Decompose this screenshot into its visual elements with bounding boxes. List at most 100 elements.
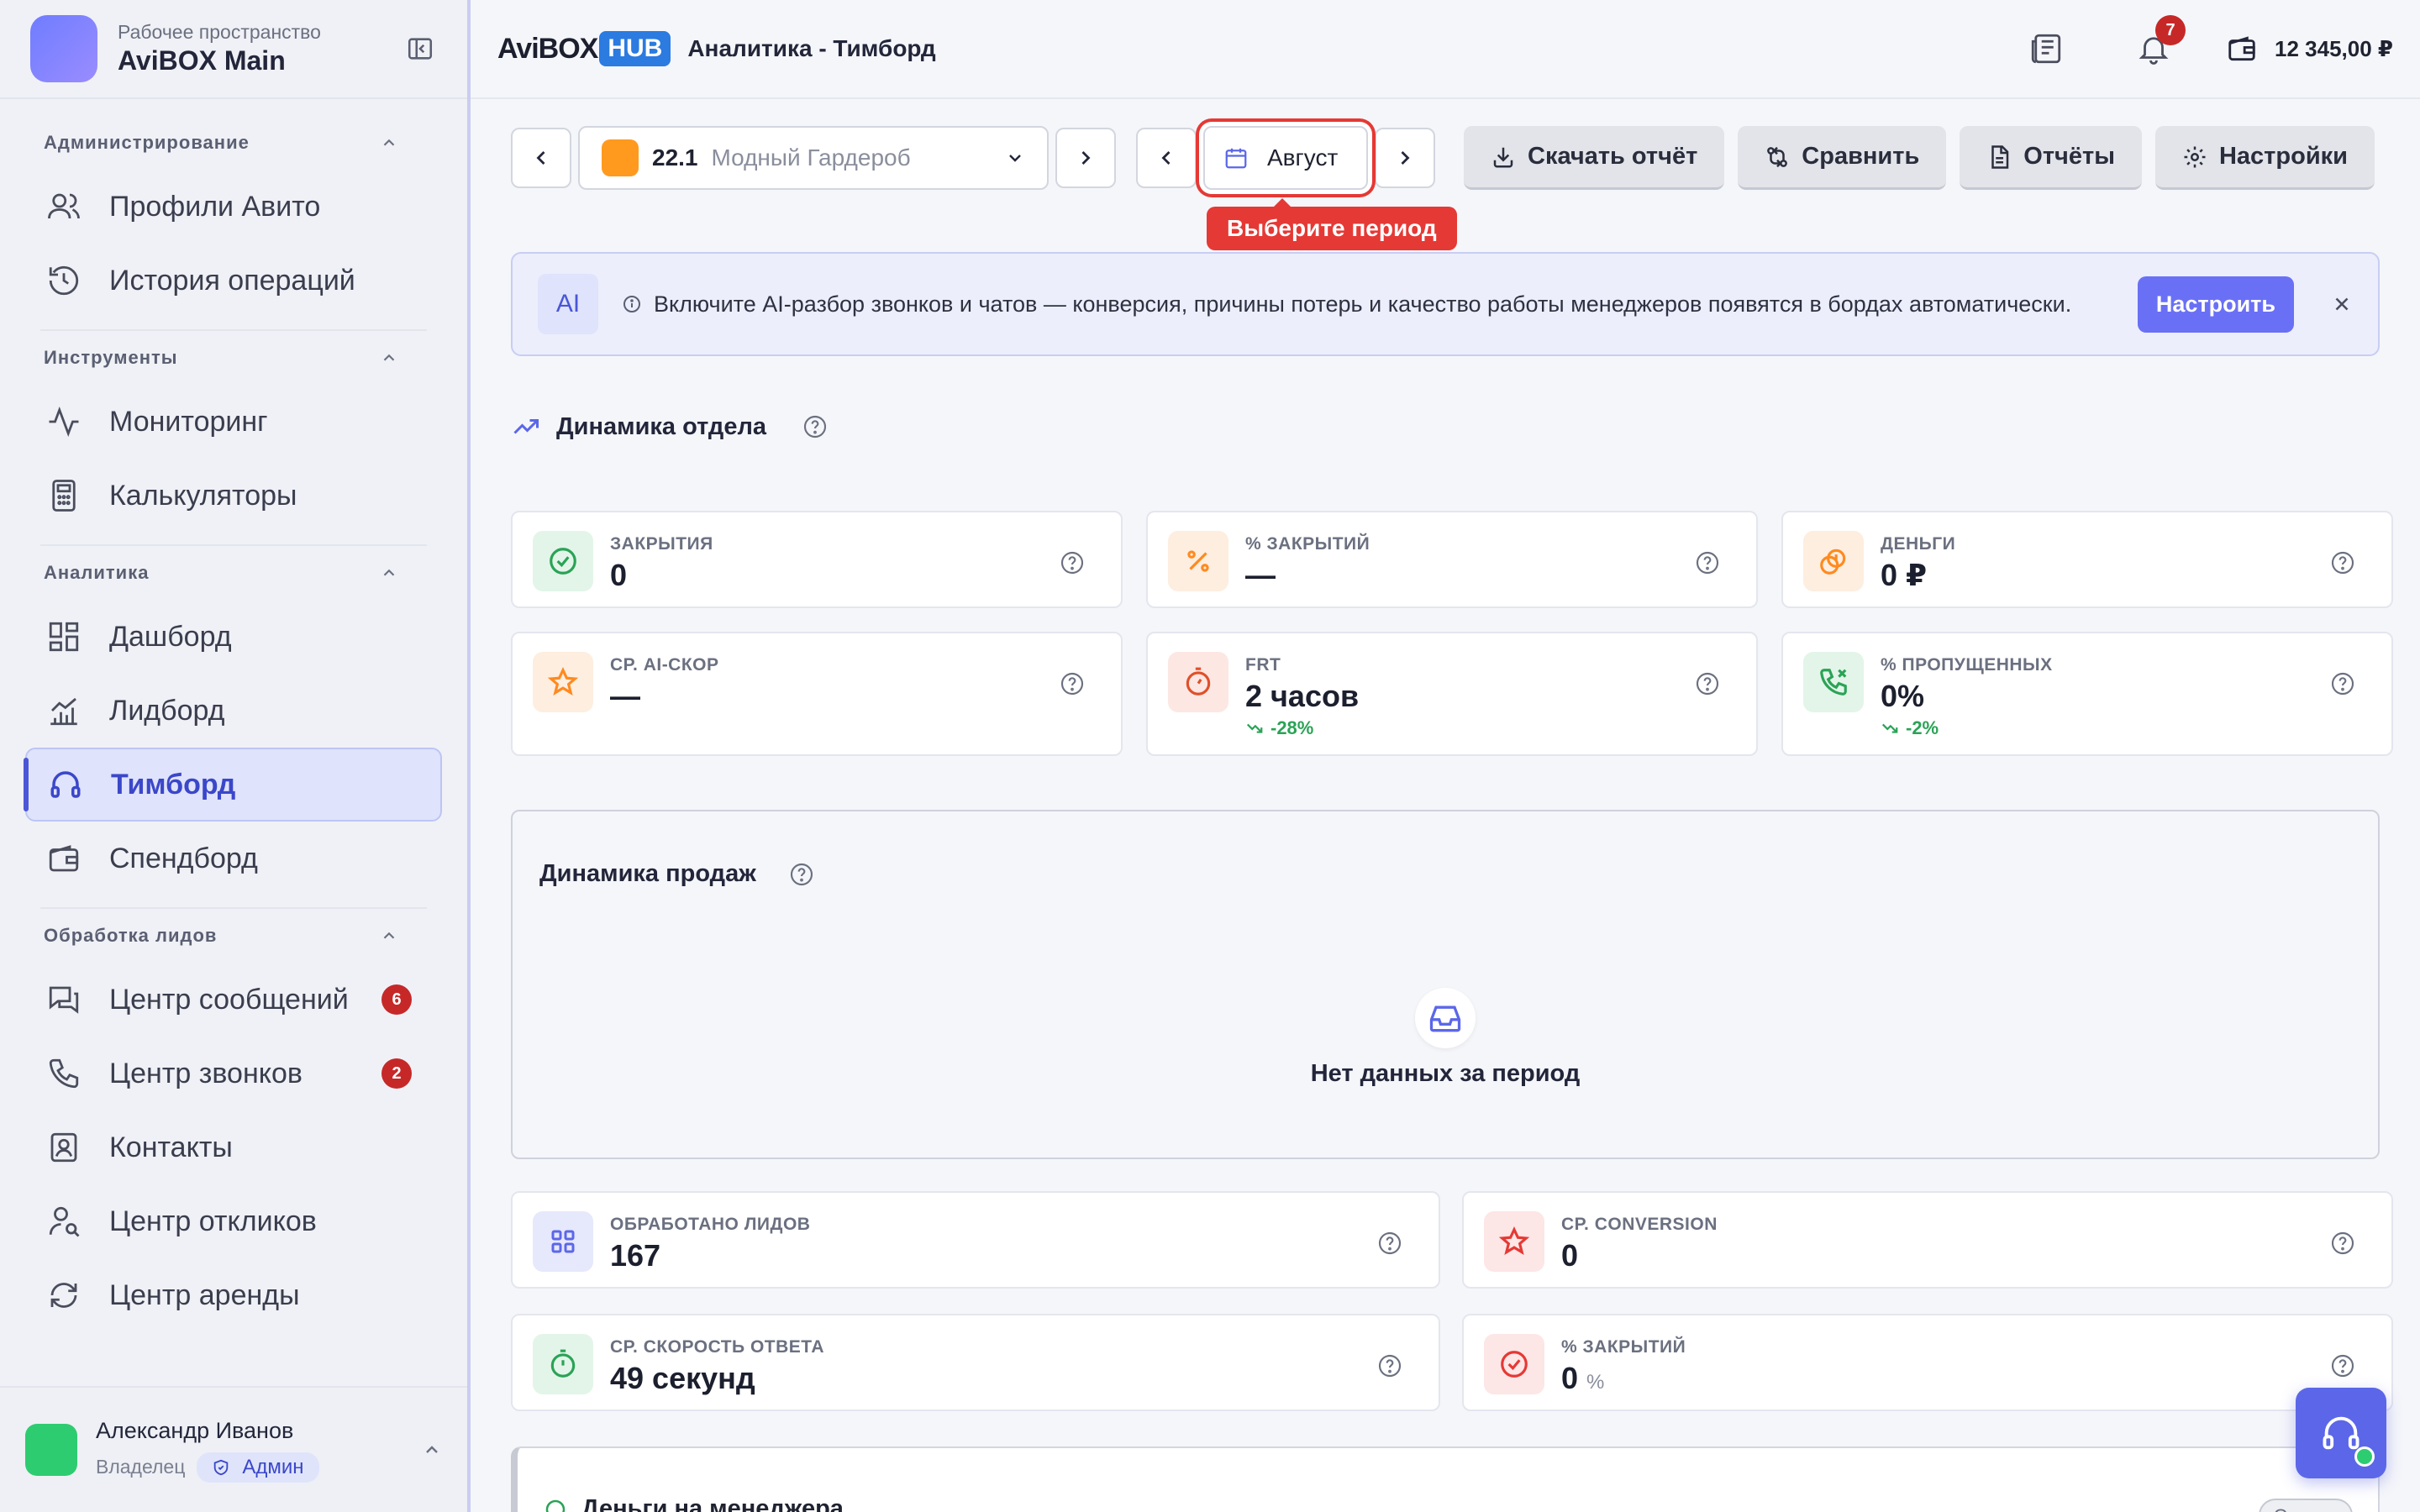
download-report-button[interactable]: Скачать отчёт [1464,126,1725,190]
next-profile-button[interactable] [1055,128,1116,188]
check-circle-icon [533,531,593,591]
profile-select[interactable]: 22.1 Модный Гардероб [578,126,1049,190]
sidebar-item-label: Лидборд [109,694,225,727]
sidebar-item-calculators[interactable]: Калькуляторы [25,459,442,533]
stat-card-leads-processed: ОБРАБОТАНО ЛИДОВ 167 [511,1191,1440,1289]
help-icon[interactable] [1376,1230,1403,1257]
brand-logo[interactable]: AviBOX HUB [497,31,671,66]
help-icon[interactable] [2329,549,2356,576]
workspace-switcher[interactable]: Рабочее пространство AviBOX Main [0,0,467,99]
help-icon[interactable] [788,861,815,888]
sidebar-item-responses[interactable]: Центр откликов [25,1184,442,1258]
phone-missed-icon [1803,652,1864,712]
settings-button[interactable]: Настройки [2154,126,2375,190]
news-button[interactable] [2023,25,2070,72]
users-icon [44,186,84,227]
user-profile[interactable]: Александр Иванов Владелец Админ [0,1386,467,1512]
close-icon[interactable] [2331,293,2353,315]
help-icon[interactable] [1694,670,1721,697]
sidebar-item-rent[interactable]: Центр аренды [25,1258,442,1332]
sidebar-item-dashboard[interactable]: Дашборд [25,600,442,674]
sidebar-item-teamboard[interactable]: Тимборд [24,748,442,822]
profile-name: Модный Гардероб [711,144,911,171]
kpi-delta: -28% [1245,717,1736,739]
prev-profile-button[interactable] [511,128,571,188]
help-icon[interactable] [1059,670,1086,697]
stat-value-number: 0 [1561,1361,1579,1395]
help-icon[interactable] [1694,549,1721,576]
info-icon [622,294,642,314]
stat-label: % ЗАКРЫТИЙ [1561,1337,1686,1357]
compare-button[interactable]: Сравнить [1738,126,1947,190]
sidebar-item-label: Контакты [109,1131,233,1163]
profile-number: 22.1 [652,144,698,171]
timer-icon [1168,652,1228,712]
ai-setup-button[interactable]: Настроить [2137,276,2294,333]
reports-label: Отчёты [2023,143,2115,170]
contacts-icon [44,1127,84,1168]
sidebar-item-contacts[interactable]: Контакты [25,1110,442,1184]
profile-avatar [602,139,639,176]
kpi-label: СР. AI-СКОР [610,655,719,675]
kpi-label: % ЗАКРЫТИЙ [1245,534,1370,554]
help-icon[interactable] [2329,670,2356,697]
dynamics-section-title: Динамика отдела [511,412,829,442]
group-header-analytics[interactable]: Аналитика [25,546,442,600]
nav-group-admin: Администрирование Профили Авито История … [40,116,427,331]
chevron-up-icon [383,569,395,576]
sidebar-item-monitoring[interactable]: Мониторинг [25,385,442,459]
sidebar-collapse-icon[interactable] [403,32,437,66]
sidebar-item-calls[interactable]: Центр звонков 2 [25,1037,442,1110]
sidebar-item-spendboard[interactable]: Спендборд [25,822,442,895]
period-button[interactable]: Август [1203,126,1368,190]
compare-icon [1765,144,1790,170]
coins-icon [545,1499,566,1512]
sidebar-item-label: Мониторинг [109,405,268,438]
newspaper-icon [2031,34,2061,64]
kpi-value: 2 часов [1245,679,1360,713]
group-header-tools[interactable]: Инструменты [25,331,442,385]
chevron-left-icon [1161,151,1171,165]
star-icon [1484,1211,1544,1272]
online-indicator [2354,1446,2375,1467]
sidebar-item-messages[interactable]: Центр сообщений 6 [25,963,442,1037]
user-name: Александр Иванов [96,1417,294,1443]
sidebar-nav: Администрирование Профили Авито История … [0,99,467,1332]
download-icon [1491,144,1516,170]
support-chat-button[interactable] [2296,1388,2386,1478]
sidebar-item-label: Центр звонков [109,1057,302,1089]
sidebar-item-leadboard[interactable]: Лидборд [25,674,442,748]
settings-label: Настройки [2218,143,2348,170]
headset-icon [2323,1416,2360,1450]
kpi-label: FRT [1245,655,1281,675]
managers-money-card: Деньги на менеджера Оценка [511,1446,2380,1512]
nav-group-analytics: Аналитика Дашборд Лидборд Тимборд Спендб… [24,546,442,909]
group-header-leads[interactable]: Обработка лидов [25,909,442,963]
sidebar-item-operations-history[interactable]: История операций [25,244,442,318]
next-period-button[interactable] [1375,128,1435,188]
sidebar-item-label: Дашборд [109,620,232,653]
coins-icon [1803,531,1864,591]
sidebar-item-avito-profiles[interactable]: Профили Авито [25,170,442,244]
kpi-label: % ПРОПУЩЕННЫХ [1881,655,2053,675]
sidebar-item-label: Спендборд [109,842,258,874]
chevron-up-icon[interactable] [422,1440,442,1460]
notifications-button[interactable]: 7 [2130,15,2186,72]
reports-button[interactable]: Отчёты [1960,126,2142,190]
headset-icon [45,764,86,805]
help-icon[interactable] [802,413,829,440]
group-header-admin[interactable]: Администрирование [25,116,442,170]
kpi-card-missed: % ПРОПУЩЕННЫХ 0% -2% [1781,632,2393,756]
prev-period-button[interactable] [1136,128,1197,188]
wallet-icon [2228,36,2255,61]
group-title: Инструменты [44,347,178,368]
help-icon[interactable] [2329,1230,2356,1257]
balance[interactable]: 12 345,00 ₽ [2226,33,2393,65]
chart-icon [44,690,84,731]
help-icon[interactable] [1059,549,1086,576]
managers-pill[interactable]: Оценка [2258,1499,2353,1512]
help-icon[interactable] [2329,1352,2356,1379]
app: Рабочее пространство AviBOX Main Админис… [0,0,2420,1512]
help-icon[interactable] [1376,1352,1403,1379]
group-title: Аналитика [44,562,150,583]
